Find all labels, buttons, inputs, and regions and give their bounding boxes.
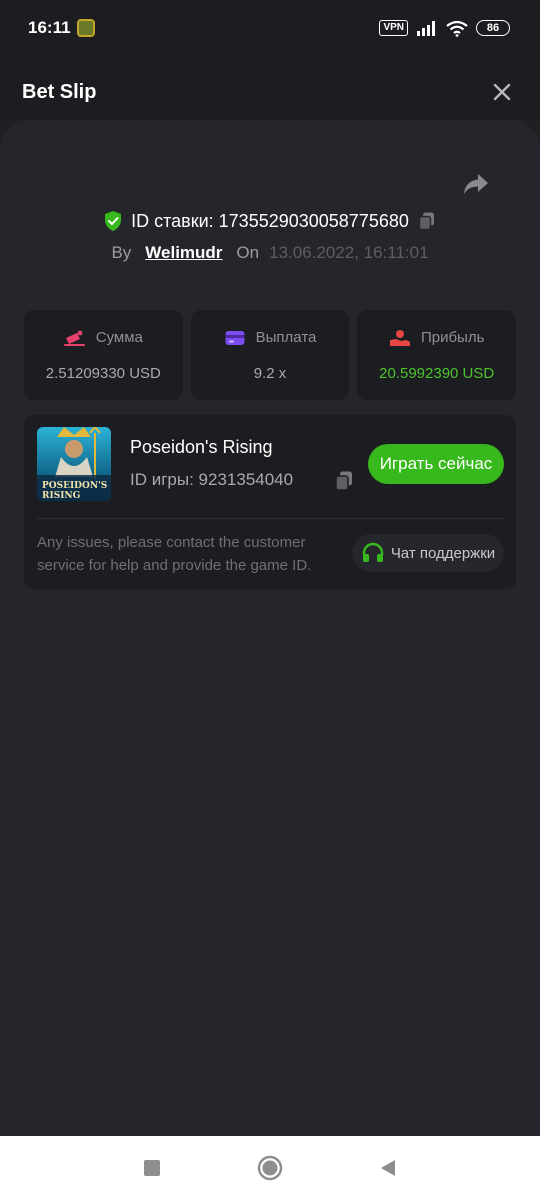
signal-icon: [417, 21, 435, 36]
triangle-back-icon: [381, 1160, 395, 1176]
svg-text:RISING: RISING: [42, 491, 80, 501]
stat-label: Выплата: [255, 329, 317, 346]
support-chat-button[interactable]: Чат поддержки: [352, 534, 504, 572]
header: Bet Slip: [0, 60, 540, 120]
stat-head: Сумма: [63, 329, 143, 347]
close-icon: [493, 83, 511, 101]
by-label: By: [111, 243, 132, 262]
bet-amount-icon: [63, 330, 85, 346]
stat-value: 9.2 x: [253, 364, 287, 382]
divider: [37, 518, 503, 519]
battery-indicator: 86: [476, 20, 510, 36]
support-chat-label: Чат поддержки: [390, 544, 496, 562]
stat-label: Прибыль: [420, 329, 485, 346]
vpn-badge: VPN: [379, 20, 408, 36]
username-link[interactable]: Welimudr: [145, 243, 222, 263]
status-right: VPN 86: [379, 20, 510, 37]
status-bar: 16:11 VPN 86: [0, 0, 540, 60]
on-label: On: [236, 243, 260, 262]
page-title: Bet Slip: [22, 80, 97, 103]
stat-card-payout: Выплата 9.2 x: [190, 310, 350, 400]
back-button[interactable]: [374, 1154, 402, 1182]
game-name: Poseidon's Rising: [130, 437, 273, 457]
profit-icon: [389, 329, 410, 346]
stat-label: Сумма: [95, 329, 143, 346]
stat-head: Прибыль: [389, 329, 484, 347]
status-left: 16:11: [28, 18, 95, 38]
bet-id-text: ID ставки: 1735529030058775680: [131, 210, 409, 231]
game-card: POSEIDON'S RISING Poseidon's Rising ID и…: [24, 415, 516, 589]
stat-card-amount: Сумма 2.51209330 USD: [24, 310, 183, 400]
game-thumbnail[interactable]: POSEIDON'S RISING: [37, 427, 111, 501]
support-hint: Any issues, please contact the customer …: [37, 534, 312, 574]
recents-button[interactable]: [138, 1154, 166, 1182]
game-id: ID игры: 9231354040: [130, 470, 294, 489]
bet-slip-panel: ID ставки: 1735529030058775680 By Welimu…: [0, 120, 540, 1136]
share-button[interactable]: [462, 172, 490, 196]
status-time: 16:11: [28, 18, 71, 37]
copy-icon[interactable]: [417, 211, 437, 231]
circle-icon: [257, 1155, 283, 1181]
system-nav-bar: [0, 1136, 540, 1200]
stat-card-profit: Прибыль 20.5992390 USD: [357, 310, 517, 400]
share-icon: [464, 174, 488, 194]
close-button[interactable]: [490, 80, 514, 104]
shield-check-icon: [105, 211, 122, 231]
stat-value: 20.5992390 USD: [379, 364, 495, 382]
bet-stats: Сумма 2.51209330 USD Выплата 9.2 x Прибы…: [24, 310, 517, 400]
svg-text:POSEIDON'S: POSEIDON'S: [42, 481, 107, 491]
bet-datetime: 13.06.2022, 16:11:01: [269, 243, 429, 262]
game-thumbnail-image: POSEIDON'S RISING: [37, 427, 111, 501]
headset-icon: [362, 542, 384, 562]
bet-id-row: ID ставки: 1735529030058775680: [0, 208, 540, 234]
play-now-button[interactable]: Играть сейчас: [368, 444, 504, 484]
card-icon: [225, 330, 245, 345]
copy-game-id-icon[interactable]: [333, 470, 355, 492]
stat-head: Выплата: [224, 329, 317, 347]
square-icon: [144, 1160, 160, 1176]
bet-author-row: By Welimudr On 13.06.2022, 16:11:01: [0, 240, 540, 266]
home-button[interactable]: [256, 1154, 284, 1182]
wifi-icon: [446, 20, 468, 37]
app-notification-icon: [76, 19, 95, 37]
stat-value: 2.51209330 USD: [45, 364, 161, 382]
